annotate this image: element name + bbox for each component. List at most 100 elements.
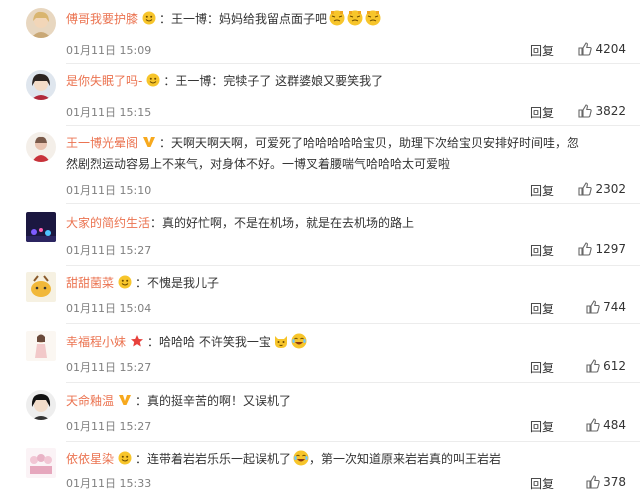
face-emoji-icon (347, 10, 363, 32)
comment-line: 傅哥我要护膝 ：王一博：妈妈给我留点面子吧 (66, 10, 626, 32)
timestamp: 01月11日 15:04 (66, 302, 152, 315)
divider (66, 203, 640, 204)
reply-button[interactable]: 回复 (530, 300, 554, 317)
v-badge-icon (142, 135, 156, 155)
comment-item: 天命釉温 ：真的挺辛苦的啊！又误机了 01月11日 15:27 回复 484 (0, 390, 640, 442)
avatar[interactable] (26, 70, 56, 100)
face-emoji-icon (365, 10, 381, 32)
reply-button[interactable]: 回复 (530, 182, 554, 199)
username-link[interactable]: 傅哥我要护膝 (66, 12, 138, 26)
comment-text: ：真的挺辛苦的啊！又误机了 (135, 394, 292, 408)
reply-button[interactable]: 回复 (530, 42, 554, 59)
comment-line: 甜甜菌菜 ：不愧是我儿子 (66, 274, 626, 295)
username-link[interactable]: 幸福程小妹 (66, 335, 126, 349)
like-count: 3822 (595, 104, 626, 118)
cat-emoji-icon (273, 333, 289, 355)
comment-text: ：王一博：妈妈给我留点面子吧 (159, 12, 328, 26)
like-count: 612 (603, 359, 626, 373)
like-button[interactable]: 484 (586, 418, 626, 435)
like-count: 744 (603, 300, 626, 314)
comment-item: 幸福程小妹 ：哈哈哈 不许笑我一宝 01月11日 15:27 回复 612 (0, 331, 640, 383)
thumbs-up-icon (586, 418, 600, 435)
smiley-icon (118, 451, 132, 471)
timestamp: 01月11日 15:15 (66, 106, 152, 119)
thumbs-up-icon (586, 359, 600, 376)
reply-button[interactable]: 回复 (530, 475, 554, 492)
comment-item: 依依星染 ：连带着岩岩乐乐一起误机了 ，第一次知道原来岩岩真的叫王岩岩 01月11日… (0, 448, 640, 492)
thumbs-up-icon (586, 300, 600, 317)
reply-button[interactable]: 回复 (530, 242, 554, 259)
timestamp: 01月11日 15:33 (66, 477, 152, 490)
divider (66, 382, 640, 383)
timestamp: 01月11日 15:27 (66, 420, 152, 433)
username-link[interactable]: 依依星染 (66, 452, 114, 466)
comment-line: 依依星染 ：连带着岩岩乐乐一起误机了 ，第一次知道原来岩岩真的叫王岩岩 (66, 450, 626, 472)
timestamp: 01月11日 15:09 (66, 44, 152, 57)
reply-button[interactable]: 回复 (530, 104, 554, 121)
thumbs-up-icon (578, 182, 593, 199)
avatar[interactable] (26, 212, 56, 242)
avatar[interactable] (26, 390, 56, 420)
comment-text: ：哈哈哈 不许笑我一宝 (147, 335, 271, 349)
comment-text: ：连带着岩岩乐乐一起误机了 (135, 452, 292, 466)
like-button[interactable]: 612 (586, 359, 626, 376)
comment-item: 甜甜菌菜 ：不愧是我儿子 01月11日 15:04 回复 744 (0, 272, 640, 324)
comment-text: ：不愧是我儿子 (135, 276, 220, 290)
divider (66, 265, 640, 266)
like-button[interactable]: 2302 (578, 182, 626, 199)
divider (66, 63, 640, 64)
comment-line: 是你失眠了吗- ：王一博：完犊子了 这群婆娘又要笑我了 (66, 72, 626, 93)
like-count: 4204 (595, 42, 626, 56)
comment-line: 王一博光晕阁 ：天啊天啊天啊，可爱死了哈哈哈哈哈宝贝，助理下次给宝贝安排好时间哇，… (66, 134, 586, 174)
avatar[interactable] (26, 448, 56, 478)
avatar[interactable] (26, 272, 56, 302)
comment-text: ：王一博：完犊子了 这群婆娘又要笑我了 (163, 74, 384, 88)
like-count: 1297 (595, 242, 626, 256)
smiley-icon (118, 275, 132, 295)
laughing-emoji-icon (293, 450, 309, 472)
like-button[interactable]: 378 (586, 475, 626, 492)
comment-item: 傅哥我要护膝 ：王一博：妈妈给我留点面子吧 01月11日 15:09 回复 420… (0, 8, 640, 64)
like-count: 378 (603, 475, 626, 489)
comment-text-continued: ，第一次知道原来岩岩真的叫王岩岩 (309, 452, 502, 466)
smiley-icon (142, 11, 156, 31)
comment-line: 大家的简约生活：真的好忙啊，不是在机场，就是在去机场的路上 (66, 214, 626, 233)
thumbs-up-icon (578, 104, 593, 121)
username-link[interactable]: 是你失眠了吗- (66, 74, 142, 88)
avatar[interactable] (26, 331, 56, 361)
reply-button[interactable]: 回复 (530, 418, 554, 435)
like-button[interactable]: 4204 (578, 42, 626, 59)
comment-list: 傅哥我要护膝 ：王一博：妈妈给我留点面子吧 01月11日 15:09 回复 420… (0, 0, 640, 492)
timestamp: 01月11日 15:27 (66, 244, 152, 257)
divider (66, 323, 640, 324)
divider (66, 441, 640, 442)
face-emoji-icon (329, 10, 345, 32)
username-link[interactable]: 王一博光晕阁 (66, 136, 138, 150)
thumbs-up-icon (586, 475, 600, 492)
username-link[interactable]: 天命釉温 (66, 394, 114, 408)
timestamp: 01月11日 15:10 (66, 184, 152, 197)
v-badge-icon (118, 393, 132, 413)
comment-line: 幸福程小妹 ：哈哈哈 不许笑我一宝 (66, 333, 626, 355)
laughing-emoji-icon (291, 333, 307, 355)
divider (66, 125, 640, 126)
comment-line: 天命釉温 ：真的挺辛苦的啊！又误机了 (66, 392, 626, 413)
comment-text: ：真的好忙啊，不是在机场，就是在去机场的路上 (150, 216, 415, 230)
comment-item: 王一博光晕阁 ：天啊天啊天啊，可爱死了哈哈哈哈哈宝贝，助理下次给宝贝安排好时间哇，… (0, 132, 640, 204)
star-badge-icon (130, 334, 144, 354)
like-count: 484 (603, 418, 626, 432)
comment-item: 是你失眠了吗- ：王一博：完犊子了 这群婆娘又要笑我了 01月11日 15:15 … (0, 70, 640, 126)
timestamp: 01月11日 15:27 (66, 361, 152, 374)
like-button[interactable]: 1297 (578, 242, 626, 259)
username-link[interactable]: 大家的简约生活 (66, 216, 150, 230)
avatar[interactable] (26, 8, 56, 38)
avatar[interactable] (26, 132, 56, 162)
smiley-icon (146, 73, 160, 93)
thumbs-up-icon (578, 42, 593, 59)
thumbs-up-icon (578, 242, 593, 259)
like-button[interactable]: 3822 (578, 104, 626, 121)
comment-item: 大家的简约生活：真的好忙啊，不是在机场，就是在去机场的路上 01月11日 15:… (0, 212, 640, 266)
like-button[interactable]: 744 (586, 300, 626, 317)
reply-button[interactable]: 回复 (530, 359, 554, 376)
username-link[interactable]: 甜甜菌菜 (66, 276, 114, 290)
